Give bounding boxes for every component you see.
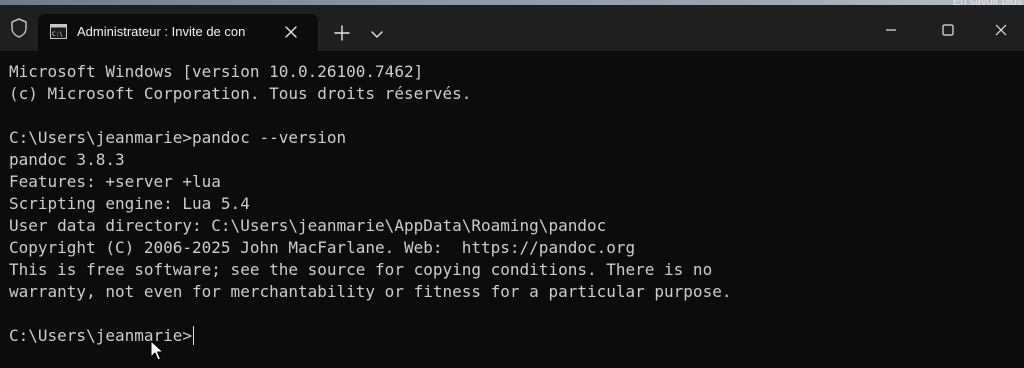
maximize-button[interactable] xyxy=(925,14,971,46)
terminal-line: C:\Users\jeanmarie>pandoc --version xyxy=(9,128,347,147)
terminal-output[interactable]: Microsoft Windows [version 10.0.26100.74… xyxy=(0,51,1024,368)
tab-admin-cmd[interactable]: C:\ Administrateur : Invite de con xyxy=(38,14,318,51)
title-bar[interactable]: C:\ Administrateur : Invite de con xyxy=(0,5,1024,51)
svg-text:C:\: C:\ xyxy=(52,31,63,38)
terminal-line: Copyright (C) 2006-2025 John MacFarlane.… xyxy=(9,238,636,257)
terminal-prompt: C:\Users\jeanmarie> xyxy=(9,326,193,345)
terminal-line: Scripting engine: Lua 5.4 xyxy=(9,194,250,213)
terminal-line: (c) Microsoft Corporation. Tous droits r… xyxy=(9,84,472,103)
terminal-line: warranty, not even for merchantability o… xyxy=(9,282,732,301)
mouse-pointer-icon xyxy=(150,340,164,362)
cmd-icon: C:\ xyxy=(50,24,67,39)
close-window-button[interactable] xyxy=(978,14,1024,46)
terminal-prompt-line[interactable]: C:\Users\jeanmarie> xyxy=(9,325,195,347)
shield-icon xyxy=(9,17,29,39)
close-tab-icon[interactable] xyxy=(282,23,300,41)
minimize-button[interactable] xyxy=(868,14,914,46)
tab-dropdown-chevron-down-icon[interactable] xyxy=(367,24,387,44)
new-tab-plus-icon[interactable] xyxy=(330,21,354,45)
terminal-line: This is free software; see the source fo… xyxy=(9,260,713,279)
terminal-line: Microsoft Windows [version 10.0.26100.74… xyxy=(9,62,424,81)
tab-title: Administrateur : Invite de con xyxy=(77,24,246,39)
minimize-icon xyxy=(886,29,896,31)
terminal-line: pandoc 3.8.3 xyxy=(9,150,125,169)
terminal-line: User data directory: C:\Users\jeanmarie\… xyxy=(9,216,607,235)
terminal-window: En savoir plus C:\ Administrateur : Invi… xyxy=(0,0,1024,368)
close-icon xyxy=(995,24,1007,36)
terminal-line: Features: +server +lua xyxy=(9,172,221,191)
text-cursor xyxy=(193,326,195,345)
maximize-icon xyxy=(942,24,954,36)
